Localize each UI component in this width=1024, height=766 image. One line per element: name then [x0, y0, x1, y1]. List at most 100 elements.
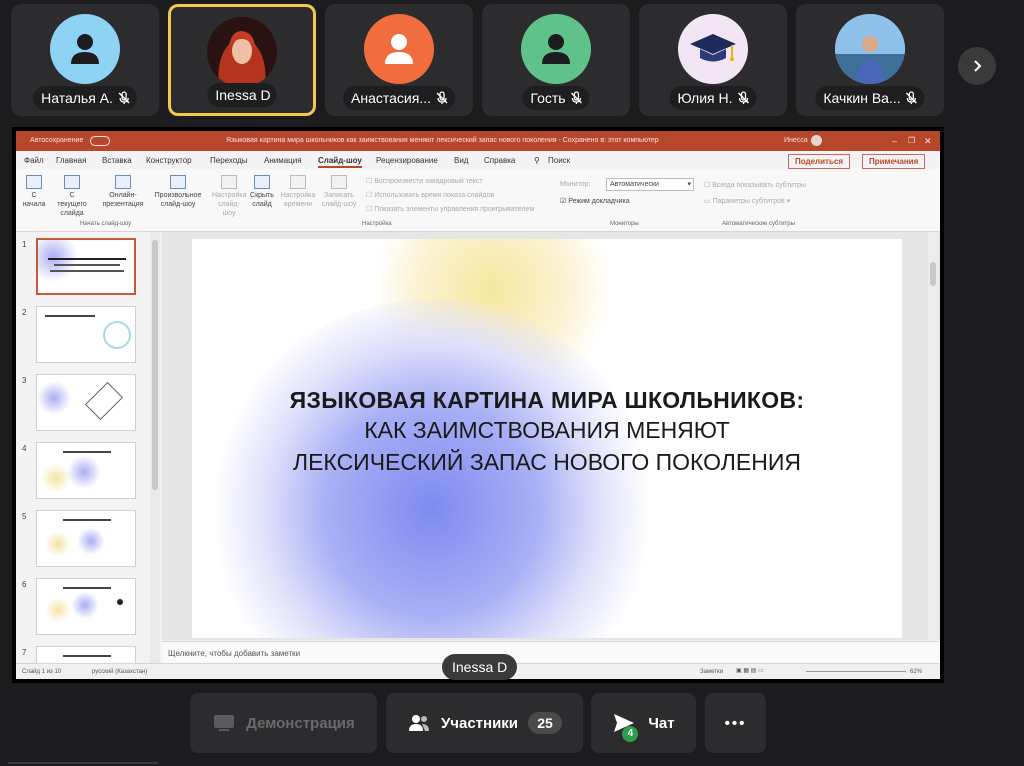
chat-icon-wrap: 4	[612, 712, 639, 742]
avatar-photo	[207, 17, 277, 87]
monitor-select[interactable]: Автоматически ▾	[606, 178, 694, 191]
group-label-setup: Настройка	[362, 221, 392, 227]
next-participants-button[interactable]	[958, 47, 996, 85]
slide-thumbnail-selected[interactable]	[36, 238, 136, 295]
tab-home[interactable]: Главная	[56, 156, 86, 165]
hide-slide-button[interactable]: Скрыть слайд	[248, 175, 276, 209]
slide-scrollbar[interactable]	[928, 232, 938, 640]
online-presentation-button[interactable]: Онлайн-презентация	[98, 175, 148, 209]
custom-slideshow-button[interactable]: Произвольное слайд-шоу	[150, 175, 206, 209]
thumb-number: 7	[22, 648, 27, 657]
scrollbar-thumb[interactable]	[930, 262, 936, 286]
screen-share-icon	[214, 715, 235, 731]
autosave-toggle[interactable]	[90, 136, 110, 146]
participant-tile-active[interactable]: Inessa D	[168, 4, 316, 116]
checkbox-narration[interactable]: ☐ Воспроизвести закадровый текст	[366, 177, 483, 185]
thumb-title-line	[63, 655, 111, 657]
share-button[interactable]: Поделиться	[788, 154, 851, 169]
thumb-blob	[45, 531, 71, 557]
screen-share-button[interactable]: Демонстрация	[190, 693, 377, 753]
participant-tile[interactable]: Наталья А.	[11, 4, 159, 116]
thumb-blob	[71, 591, 99, 619]
thumb-blob	[45, 597, 71, 623]
tab-animations[interactable]: Анимация	[264, 156, 302, 165]
rehearse-timings-button[interactable]: Настройка времени	[280, 175, 316, 209]
tab-review[interactable]: Рецензирование	[376, 156, 438, 165]
powerpoint-window: Автосохранение Языковая картина мира шко…	[16, 131, 940, 679]
custom-slideshow-icon	[170, 175, 186, 189]
tab-search[interactable]: Поиск	[548, 156, 570, 165]
autosave-label: Автосохранение	[30, 137, 84, 144]
restore-icon[interactable]: ❐	[908, 136, 915, 145]
slide-thumbnail[interactable]	[36, 510, 136, 567]
title-bar: Автосохранение Языковая картина мира шко…	[16, 131, 940, 151]
more-button[interactable]: •••	[705, 693, 766, 753]
user-avatar[interactable]	[811, 135, 822, 146]
checkbox-presenter-view[interactable]: ☑ Режим докладчика	[560, 197, 630, 205]
tab-file[interactable]: Файл	[24, 156, 44, 165]
avatar	[207, 17, 277, 87]
participant-tile[interactable]: Юлия Н.	[639, 4, 787, 116]
slide-thumbnail[interactable]	[36, 578, 136, 635]
thumb-title-line	[45, 315, 95, 317]
monitor-label: Монитор:	[560, 181, 591, 188]
checkbox-timings[interactable]: ☐ Использовать время показа слайдов	[366, 191, 494, 199]
avatar	[364, 14, 434, 84]
close-icon[interactable]: ✕	[924, 136, 932, 147]
tab-insert[interactable]: Вставка	[102, 156, 132, 165]
thumb-number: 5	[22, 512, 27, 521]
participant-tile[interactable]: Анастасия...	[325, 4, 473, 116]
person-icon	[71, 34, 99, 64]
view-buttons[interactable]: ▣ ▦ ▤ ▭	[736, 667, 796, 676]
from-start-button[interactable]: С начала	[22, 175, 46, 209]
thumb-blob	[37, 381, 71, 415]
checkbox-media-controls[interactable]: ☐ Показать элементы управления проигрыва…	[366, 205, 534, 213]
zoom-slider[interactable]	[806, 671, 906, 672]
slideshow-icon	[26, 175, 42, 189]
tab-help[interactable]: Справка	[484, 156, 515, 165]
record-slideshow-button[interactable]: Записать слайд-шоу	[320, 175, 358, 209]
setup-icon	[221, 175, 237, 189]
current-slide[interactable]: ЯЗЫКОВАЯ КАРТИНА МИРА ШКОЛЬНИКОВ: КАК ЗА…	[192, 239, 902, 638]
search-icon[interactable]: ⚲	[534, 156, 540, 165]
slide-counter: Слайд 1 из 10	[22, 669, 62, 675]
slide-thumbnail[interactable]	[36, 442, 136, 499]
participant-tile[interactable]: Качкин Ва...	[796, 4, 944, 116]
tab-transitions[interactable]: Переходы	[210, 156, 248, 165]
speaker-label: Inessa D	[442, 654, 518, 680]
slide-title-line-1: ЯЗЫКОВАЯ КАРТИНА МИРА ШКОЛЬНИКОВ:	[289, 387, 805, 413]
tab-design[interactable]: Конструктор	[146, 156, 192, 165]
person-icon	[385, 34, 413, 64]
thumb-title-line	[63, 587, 111, 589]
tab-view[interactable]: Вид	[454, 156, 468, 165]
tab-slideshow[interactable]: Слайд-шоу	[318, 156, 362, 168]
group-label-monitors: Мониторы	[610, 221, 639, 227]
participants-button[interactable]: Участники 25	[386, 693, 583, 753]
scrollbar-thumb[interactable]	[152, 240, 158, 490]
notes-pane[interactable]: Щелкните, чтобы добавить заметки	[162, 641, 940, 664]
slide-thumbnail[interactable]	[36, 306, 136, 363]
zoom-level[interactable]: 62%	[910, 669, 922, 675]
slide-thumbnails: 1 2 3 4 5 6 7	[16, 232, 161, 663]
thumbnails-scrollbar[interactable]	[150, 232, 160, 663]
notes-toggle[interactable]: Заметки	[700, 669, 723, 675]
online-icon	[115, 175, 131, 189]
comments-button[interactable]: Примечания	[862, 154, 926, 169]
language-indicator[interactable]: русский (Казахстан)	[92, 669, 147, 675]
setup-slideshow-button[interactable]: Настройка слайд-шоу	[212, 175, 246, 218]
participant-name: Наталья А.	[33, 86, 137, 110]
participants-count-badge: 25	[528, 712, 563, 734]
chat-button[interactable]: 4 Чат	[591, 693, 696, 753]
thumb-blob	[77, 527, 105, 555]
from-current-button[interactable]: С текущего слайда	[54, 175, 90, 218]
subtitle-settings-button[interactable]: ▭ Параметры субтитров ▾	[704, 197, 790, 205]
thumb-number: 4	[22, 444, 27, 453]
slide-thumbnail[interactable]	[36, 374, 136, 431]
participant-name: Inessa D	[207, 83, 277, 107]
thumb-title-line	[48, 258, 126, 260]
checkbox-always-subtitles[interactable]: ☐ Всегда показывать субтитры	[704, 181, 806, 189]
timer-icon	[290, 175, 306, 189]
slide-thumbnail[interactable]	[36, 646, 136, 663]
participant-tile[interactable]: Гость	[482, 4, 630, 116]
minimize-icon[interactable]: –	[892, 136, 897, 146]
